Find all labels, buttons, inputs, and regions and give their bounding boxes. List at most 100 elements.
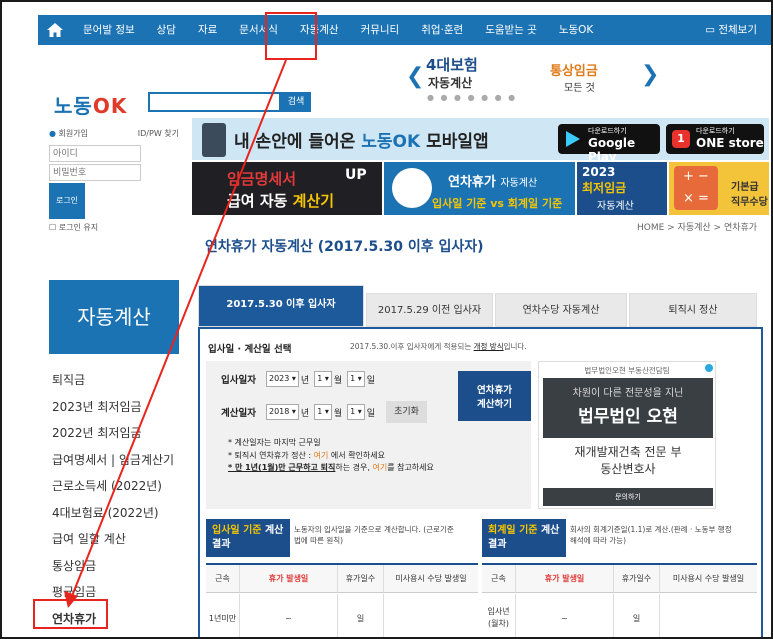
unit-month: 월 bbox=[333, 408, 343, 419]
nav-item[interactable]: 문어발 정보 bbox=[72, 15, 146, 45]
ad-info-icon[interactable] bbox=[705, 364, 713, 372]
chevron-right-icon[interactable]: ❯ bbox=[641, 62, 659, 87]
ordinary-wage-banner[interactable]: 통상임금 모든 것 bbox=[550, 60, 598, 94]
tab-before-2017-5-29[interactable]: 2017.5.29 이전 입사자 bbox=[366, 293, 493, 327]
col-leave-days: 휴가일수 bbox=[338, 565, 384, 592]
note-2-link[interactable]: 여기 bbox=[314, 451, 329, 460]
result-header-fiscal: 회계일 기준 계산 결과 회사의 회계기준일(1.1)로 계산.(판례 · 노동… bbox=[482, 519, 757, 559]
calc-month-select[interactable]: 1 ▾ bbox=[314, 404, 332, 420]
calculate-button[interactable]: 연차휴가 계산하기 bbox=[458, 371, 531, 421]
reset-button[interactable]: 초기화 bbox=[386, 401, 427, 423]
nav-item[interactable]: 도움받는 곳 bbox=[474, 15, 548, 45]
sidebar-item[interactable]: 2022년 최저임금 bbox=[49, 420, 184, 447]
ad-header: 법무법인오현 부동산전담팀 bbox=[584, 366, 670, 375]
highlight-box-nav bbox=[265, 12, 317, 60]
sidebar-item[interactable]: 4대보험료 (2022년) bbox=[49, 500, 184, 527]
sidebar-item[interactable]: 급여 일할 계산 bbox=[49, 526, 184, 553]
user-icon: ● bbox=[49, 129, 56, 138]
nav-item[interactable]: 커뮤니티 bbox=[350, 15, 411, 45]
full-menu-button[interactable]: ▭ 전체보기 bbox=[705, 15, 757, 45]
id-input[interactable] bbox=[49, 145, 141, 162]
hire-day-select[interactable]: 1 ▾ bbox=[347, 371, 365, 387]
b1-up: UP bbox=[345, 167, 367, 183]
pay-slip-banner[interactable]: 임금명세서 UP 급여 자동 계산기 bbox=[192, 162, 382, 215]
table-row: 1년미만 ~ 일 bbox=[206, 594, 478, 637]
home-icon[interactable] bbox=[38, 15, 72, 45]
b3-year: 2023 bbox=[582, 165, 616, 179]
date-form: 입사일자 2023 ▾ 년 1 ▾ 월 1 ▾ 일 계산일자 2018 ▾ 년 1 ▾ 월… bbox=[206, 361, 531, 509]
carousel-dots[interactable]: ● ● ● ● ● ● ● bbox=[427, 93, 517, 102]
search-button[interactable]: 검색 bbox=[281, 92, 311, 112]
b1-line2: 급여 자동 계산기 bbox=[227, 190, 334, 211]
tab-retirement-settlement[interactable]: 퇴직시 정산 bbox=[629, 293, 757, 327]
sidebar-item[interactable]: 통상임금 bbox=[49, 553, 184, 580]
calc-day-select[interactable]: 1 ▾ bbox=[347, 404, 365, 420]
note-3-link[interactable]: 여기 bbox=[372, 463, 387, 472]
monitor-icon: ▭ bbox=[705, 24, 719, 36]
b4-text: 기본급 직무수당 bbox=[731, 182, 768, 208]
gplay-big: Google Play bbox=[588, 136, 636, 164]
password-input[interactable] bbox=[49, 164, 141, 181]
site-logo[interactable]: 노동OK bbox=[54, 90, 127, 119]
page-title: 연차휴가 자동계산 (2017.5.30 이후 입사자) bbox=[205, 239, 484, 255]
row-allowance-date bbox=[660, 594, 757, 637]
chevron-left-icon[interactable]: ❮ bbox=[406, 64, 424, 89]
col-allowance-date: 미사용시 수당 발생일 bbox=[672, 574, 745, 583]
hire-date-row: 입사일자 2023 ▾ 년 1 ▾ 월 1 ▾ 일 bbox=[221, 371, 380, 387]
onestore-button[interactable]: 1 다운로드하기 ONE store bbox=[666, 124, 764, 154]
hire-month-select[interactable]: 1 ▾ bbox=[314, 371, 332, 387]
b1-line2b: 계산기 bbox=[292, 192, 335, 210]
note-b: 입니다. bbox=[503, 342, 527, 351]
join-label: 회원가입 bbox=[58, 129, 88, 138]
revision-link[interactable]: 개정 방식 bbox=[474, 342, 504, 351]
calc-year-select[interactable]: 2018 ▾ bbox=[266, 404, 299, 420]
google-play-button[interactable]: 다운로드하기 Google Play bbox=[558, 124, 660, 164]
insurance-banner[interactable]: ❮ 4대보험 자동계산 bbox=[406, 50, 536, 98]
b2-line2: 입사일 기준 vs 회계일 기준 bbox=[432, 197, 563, 210]
find-link[interactable]: ID/PW 찾기 bbox=[138, 128, 179, 139]
ad-line2: 법무법인 오현 bbox=[578, 407, 678, 427]
promo-banners: 임금명세서 UP 급여 자동 계산기 연차휴가 자동계산 입사일 기준 vs 회… bbox=[192, 162, 769, 215]
search-input[interactable] bbox=[148, 92, 281, 112]
b2-title-text: 연차휴가 bbox=[448, 175, 496, 190]
nav-item[interactable]: 노동OK bbox=[548, 15, 604, 45]
ad-contact-button[interactable]: 문의하기 bbox=[543, 488, 713, 506]
sidebar-item[interactable]: 급여명세서 | 임금계산기 bbox=[49, 447, 184, 474]
note-2: * 퇴직시 연차휴가 정산 : 여기 에서 확인하세요 bbox=[228, 450, 434, 463]
nav-item[interactable]: 취업·훈련 bbox=[410, 15, 474, 45]
b2-title: 연차휴가 자동계산 bbox=[448, 171, 537, 190]
unit-year: 년 bbox=[300, 408, 310, 419]
tab-after-2017-5-30[interactable]: 2017.5.30 이후 입사자 bbox=[198, 285, 364, 327]
min-wage-banner[interactable]: 2023 최저임금 자동계산 bbox=[577, 162, 667, 215]
result-tag-hire: 입사일 기준 계산 결과 bbox=[206, 519, 290, 557]
nav-item[interactable]: 상담 bbox=[146, 15, 187, 45]
row-leave-days: 일 bbox=[614, 594, 660, 637]
top-nav: 문어발 정보 상담 자료 문서서식 자동계산 커뮤니티 취업·훈련 도움받는 곳… bbox=[38, 15, 771, 45]
mobile-app-banner[interactable]: 내 손안에 들어온 노동OK 모바일앱 다운로드하기 Google Play 1… bbox=[192, 118, 769, 164]
login-button[interactable]: 로그인 bbox=[49, 183, 85, 219]
sidebar-item[interactable]: 퇴직금 bbox=[49, 367, 184, 394]
sidebar-item[interactable]: 2023년 최저임금 bbox=[49, 394, 184, 421]
full-menu-label: 전체보기 bbox=[718, 24, 757, 36]
result-desc-hire: 노동자의 입사일을 기준으로 계산합니다. (근로기준 법에 따른 원칙) bbox=[294, 525, 454, 545]
ad-image: 차원이 다른 전문성을 지닌 법무법인 오현 bbox=[543, 378, 713, 438]
result-header-hire: 입사일 기준 계산 결과 노동자의 입사일을 기준으로 계산합니다. (근로기준… bbox=[206, 519, 478, 559]
note-3a: * 만 1년(1월)만 근무하고 퇴직 bbox=[228, 463, 336, 472]
advertisement[interactable]: 법무법인오현 부동산전담팀 차원이 다른 전문성을 지닌 법무법인 오현 재개발… bbox=[538, 361, 716, 509]
unit-day: 일 bbox=[366, 408, 376, 419]
salary-banner[interactable]: + − × = 기본급 직무수당 bbox=[669, 162, 769, 215]
keep-login-checkbox[interactable]: ☐ 로그인 유지 bbox=[49, 222, 179, 233]
section-note: 2017.5.30.이후 입사자에게 적용되는 개정 방식입니다. bbox=[350, 341, 527, 352]
calc-button-line1: 연차휴가 bbox=[477, 385, 512, 396]
nav-item[interactable]: 자료 bbox=[187, 15, 228, 45]
tab-leave-allowance[interactable]: 연차수당 자동계산 bbox=[495, 293, 627, 327]
hire-year-select[interactable]: 2023 ▾ bbox=[266, 371, 299, 387]
ad-line3: 재개발재건축 전문 부 bbox=[574, 445, 682, 459]
note-2a: * 퇴직시 연차휴가 정산 : bbox=[228, 450, 314, 460]
result-tag-fiscal: 회계일 기준 계산 결과 bbox=[482, 519, 566, 557]
hire-day-value: 1 bbox=[350, 374, 356, 383]
sidebar-item[interactable]: 근로소득세 (2022년) bbox=[49, 473, 184, 500]
join-link[interactable]: ● 회원가입 bbox=[49, 128, 88, 139]
table-row: 입사년 (월차) ~ 일 bbox=[482, 594, 757, 637]
annual-leave-banner[interactable]: 연차휴가 자동계산 입사일 기준 vs 회계일 기준 bbox=[384, 162, 575, 215]
